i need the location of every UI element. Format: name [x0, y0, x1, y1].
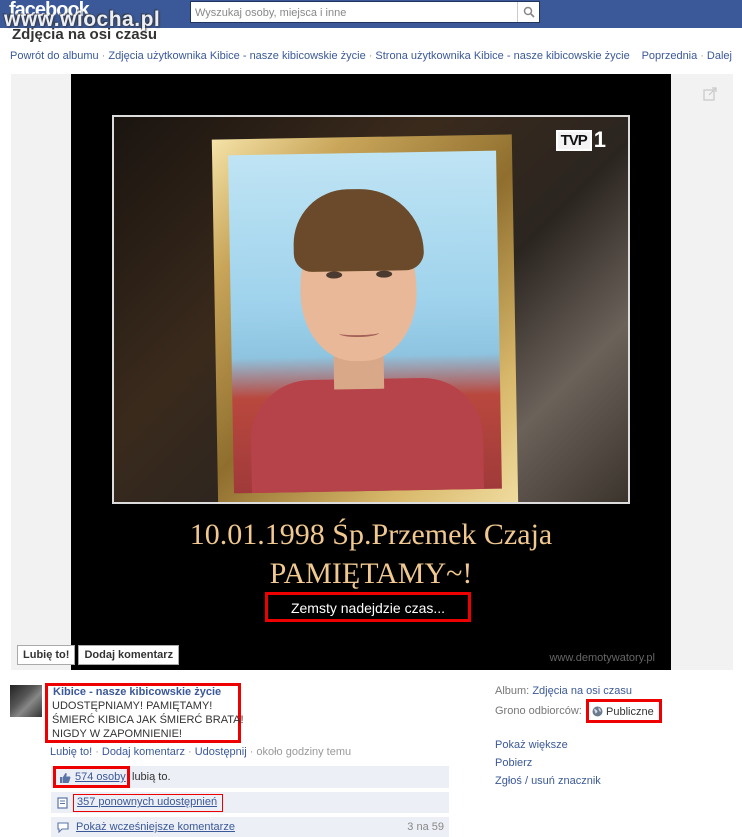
- actions-separator: ·: [188, 746, 192, 758]
- highlight-box-likes: 574 osoby: [53, 766, 130, 788]
- comment-icon: [57, 822, 69, 833]
- audience-row: Grono odbiorców:: [495, 705, 582, 717]
- post-share-link[interactable]: Udostępnij: [195, 746, 247, 758]
- picture-frame: [211, 134, 519, 502]
- album-label: Album:: [495, 685, 530, 697]
- post-like-link[interactable]: Lubię to!: [50, 746, 92, 758]
- audience-label: Grono odbiorców:: [495, 705, 582, 717]
- search-icon: [523, 6, 535, 18]
- album-link[interactable]: Zdjęcia na osi czasu: [532, 685, 632, 697]
- highlight-box-post: Kibice - nasze kibicowskie życie UDOSTĘP…: [45, 683, 244, 743]
- share-icon: [57, 797, 68, 809]
- post-actions: Lubię to! · Dodaj komentarz · Udostępnij · oko…: [50, 746, 351, 758]
- photo-caption-remember: PAMIĘTAMY~!: [269, 557, 473, 590]
- post-text-line: NIGDY W ZAPOMNIENIE!: [52, 728, 182, 740]
- album-row: Album: Zdjęcia na osi czasu: [495, 685, 632, 697]
- globe-icon: [592, 706, 603, 717]
- fullscreen-icon[interactable]: [703, 87, 717, 101]
- post-text-line: UDOSTĘPNIAMY! PAMIĘTAMY!: [52, 700, 213, 712]
- site-watermark: www.wiocha.pl: [4, 8, 161, 31]
- show-older-comments-link[interactable]: Pokaż wcześniejsze komentarze: [76, 821, 235, 833]
- post-comment-link[interactable]: Dodaj komentarz: [102, 746, 185, 758]
- actions-separator: ·: [249, 746, 254, 758]
- tv-screenshot: TVP 1: [112, 115, 630, 504]
- breadcrumb: Powrót do albumu · Zdjęcia użytkownika Kib…: [10, 50, 630, 62]
- photo-like-button[interactable]: Lubię to!: [17, 645, 76, 665]
- photo-nav: Poprzednia · Dalej: [642, 50, 732, 62]
- download-link[interactable]: Pobierz: [495, 757, 601, 769]
- tvp-logo-number: 1: [593, 127, 606, 152]
- photo-action-bar: Lubię to! Dodaj komentarz: [17, 645, 180, 665]
- search-input[interactable]: [195, 5, 505, 20]
- photo-credit: www.demotywatory.pl: [549, 652, 655, 664]
- thumbs-up-icon: [60, 773, 71, 783]
- likes-row: 574 osoby lubią to.: [51, 766, 449, 788]
- photo-caption-date: 10.01.1998 Śp.Przemek Czaja: [189, 518, 553, 551]
- search-box: [190, 1, 540, 23]
- previous-photo-link[interactable]: Poprzednia: [642, 50, 698, 62]
- shares-row: 357 ponownych udostępnień: [51, 791, 449, 813]
- likes-suffix: lubią to.: [132, 771, 171, 783]
- highlight-box-shares: 357 ponownych udostępnień: [73, 794, 223, 812]
- breadcrumb-separator: ·: [368, 50, 373, 62]
- audience-value[interactable]: Publiczne: [606, 706, 654, 718]
- photo-comment-button[interactable]: Dodaj komentarz: [78, 645, 180, 665]
- actions-separator: ·: [95, 746, 99, 758]
- post-author[interactable]: Kibice - nasze kibicowskie życie: [53, 686, 221, 698]
- show-larger-link[interactable]: Pokaż większe: [495, 739, 601, 751]
- photo-caption-revenge: Zemsty nadejdzie czas...: [290, 600, 446, 616]
- report-tag-link[interactable]: Zgłoś / usuń znacznik: [495, 775, 601, 787]
- tvp-logo-text: TVP: [555, 129, 592, 151]
- back-to-album-link[interactable]: Powrót do albumu: [10, 50, 99, 62]
- likes-count-link[interactable]: 574 osoby: [75, 771, 126, 783]
- user-page-link[interactable]: Strona użytkownika Kibice - nasze kibico…: [375, 50, 629, 62]
- breadcrumb-separator: ·: [101, 50, 106, 62]
- highlight-box-caption: Zemsty nadejdzie czas...: [265, 592, 471, 622]
- portrait-shirt: [250, 376, 485, 494]
- highlight-box-audience: Publiczne: [586, 699, 662, 723]
- boy-portrait: [228, 150, 502, 494]
- page-avatar[interactable]: [10, 685, 42, 717]
- photo[interactable]: TVP 1 10.01.1998 Śp.Przemek Czaja PAMIĘT…: [71, 74, 671, 670]
- portrait-hair: [292, 187, 425, 273]
- comment-count: 3 na 59: [407, 821, 444, 833]
- next-photo-link[interactable]: Dalej: [707, 50, 732, 62]
- tvp1-logo: TVP 1: [555, 127, 606, 153]
- post-timestamp: około godziny temu: [256, 746, 352, 758]
- comments-row: Pokaż wcześniejsze komentarze 3 na 59: [51, 816, 449, 837]
- side-links: Pokaż większe Pobierz Zgłoś / usuń znacz…: [495, 739, 601, 793]
- post-text-line: ŚMIERĆ KIBICA JAK ŚMIERĆ BRATA!: [52, 714, 244, 726]
- user-photos-link[interactable]: Zdjęcia użytkownika Kibice - nasze kibic…: [108, 50, 365, 62]
- nav-separator: ·: [700, 50, 704, 62]
- search-button[interactable]: [517, 2, 539, 22]
- shares-count-link[interactable]: 357 ponownych udostępnień: [77, 796, 217, 808]
